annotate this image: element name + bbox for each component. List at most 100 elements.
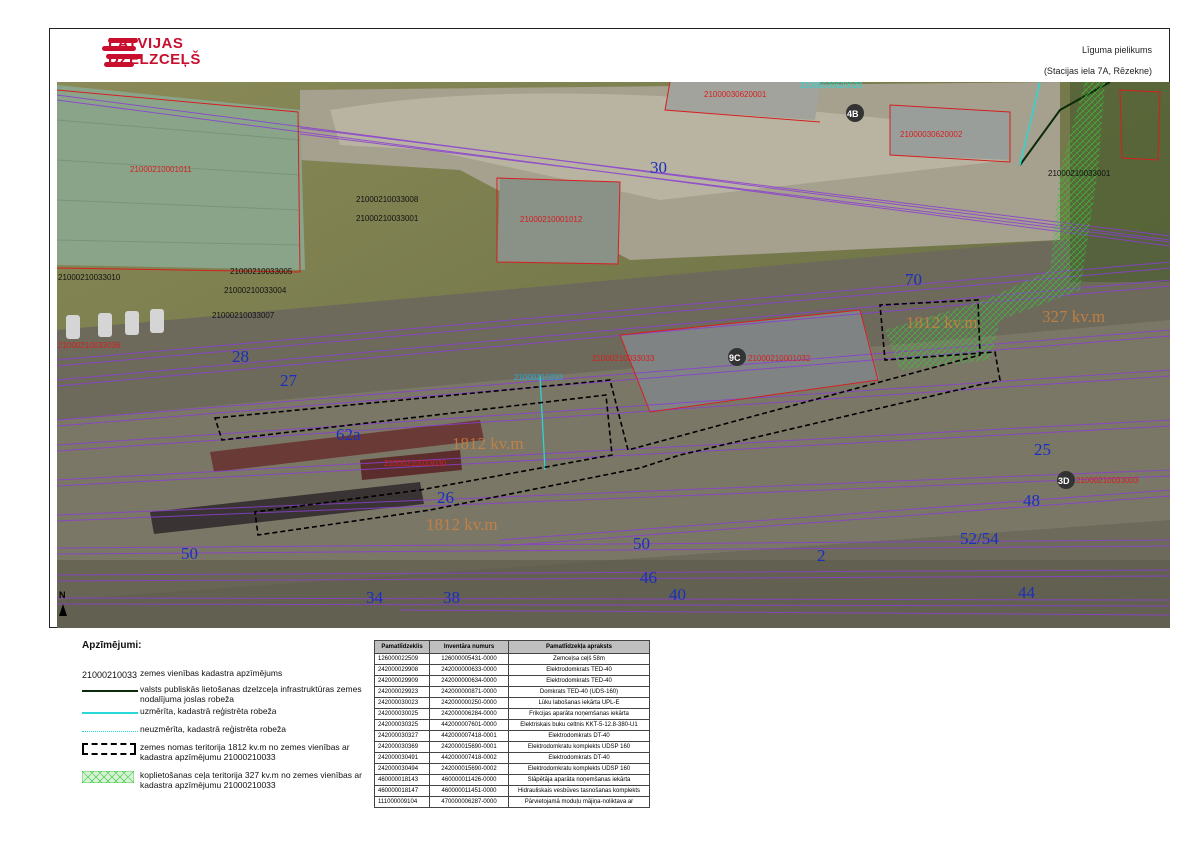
table-row: 460000018147 460000011451-0000 Hidrauliska… — [374, 785, 650, 797]
parcel-label: 21000210033003 — [1076, 476, 1139, 485]
table-cell: 442000007601-0000 — [429, 719, 509, 731]
table-cell: 242000000633-0000 — [429, 664, 509, 676]
parcel-label: 21000030620002 — [900, 130, 963, 139]
north-label: N — [59, 590, 66, 600]
table-cell: 242000030023 — [374, 697, 430, 709]
table-cell: 242000030025 — [374, 708, 430, 720]
document-title: Līguma pielikums — [1081, 45, 1152, 55]
table-cell: Elektrodomkratu komplekts UDSP 160 — [508, 741, 650, 753]
table-row: 242000029908 242000000633-0000 Elektrodomk… — [374, 664, 650, 676]
parcel-label: 21000030620020 — [800, 82, 863, 90]
area-label: 327 kv.m — [1042, 307, 1105, 326]
table-cell: 442000007418-0001 — [429, 730, 509, 742]
area-label: 1812 kv.m — [452, 434, 524, 453]
track-number: 50 — [181, 544, 198, 563]
aerial-map: 21000210001011 21000210001012 2100021003… — [57, 82, 1170, 628]
table-cell: 242000029923 — [374, 686, 430, 698]
building-marker-9c: 9C — [729, 353, 741, 363]
table-cell: 442000007418-0002 — [429, 752, 509, 764]
parcel-label: 21000030620001 — [704, 90, 767, 99]
dotted-line-icon — [82, 724, 140, 738]
table-cell: Elektriskais buku celtnis KKT-5-12.8-380… — [508, 719, 650, 731]
track-number: 27 — [280, 371, 298, 390]
asset-table-body: 126000022509 126000005431-0000 Zemceļsa ce… — [374, 653, 650, 808]
table-cell: 242000030491 — [374, 752, 430, 764]
table-cell: 460000011451-0000 — [429, 785, 509, 797]
track-number: 38 — [443, 588, 460, 607]
parcel-label: 21000210033004 — [224, 286, 287, 295]
parcel-label: 21000210033005 — [230, 267, 293, 276]
track-number: 48 — [1023, 491, 1040, 510]
cyan-line-icon — [82, 706, 140, 720]
legend-item-text: valsts publiskās lietošanas dzelzceļa in… — [140, 684, 362, 704]
building-marker-4b: 4B — [847, 109, 859, 119]
parcel-label: 21000210001032 — [748, 354, 811, 363]
table-cell: 242000015690-0001 — [429, 741, 509, 753]
parcel-label: 21000210033001 — [356, 214, 419, 223]
track-number: 25 — [1034, 440, 1051, 459]
parcel-label: 21000210001012 — [520, 215, 583, 224]
table-row: 242000030325 442000007601-0000 Elektriskai… — [374, 719, 650, 731]
parcel-label: 21000210033008 — [356, 195, 419, 204]
legend-item-surveyed-boundary: uzmērīta, kadastrā reģistrēta robeža — [82, 706, 372, 720]
parcel-label: 21000210033007 — [212, 311, 275, 320]
column-header: Pamatlīdzeklis — [374, 640, 430, 654]
legend-item-lease-area: zemes nomas teritorija 1812 kv.m no zeme… — [82, 742, 372, 762]
table-cell: 242000030494 — [374, 763, 430, 775]
table-cell: 242000030369 — [374, 741, 430, 753]
document-subtitle: (Stacijas iela 7A, Rēzekne) — [1043, 66, 1152, 76]
hatched-box-icon — [82, 770, 140, 784]
table-cell: Zemceļsa ceļš 58m — [508, 653, 650, 665]
column-header: Inventāra numurs — [429, 640, 509, 654]
track-number: 62a — [336, 425, 361, 444]
track-number: 40 — [669, 585, 686, 604]
parcel-label: 21000210033030 — [384, 459, 447, 468]
legend-item-text: neuzmērīta, kadastrā reģistrēta robeža — [140, 724, 286, 734]
table-cell: 242000029909 — [374, 675, 430, 687]
table-cell: 126000022509 — [374, 653, 430, 665]
table-cell: 460000011426-0000 — [429, 774, 509, 786]
dashed-box-icon — [82, 742, 140, 756]
track-number: 50 — [633, 534, 650, 553]
legend-item-text: zemes vienības kadastra apzīmējums — [140, 668, 283, 678]
column-header: Pamatlīdzekļa apraksts — [508, 640, 650, 654]
table-cell: Frikcijas aparāta noņemšanas iekārta — [508, 708, 650, 720]
table-cell: Elektrodomkrats TED-40 — [508, 675, 650, 687]
track-number: 28 — [232, 347, 249, 366]
parcel-label: 21000210033 — [514, 373, 563, 382]
track-number: 26 — [437, 488, 454, 507]
table-row: 242000029909 242000000634-0000 Elektrodomk… — [374, 675, 650, 687]
legend-title: Apzīmējumi: — [82, 640, 142, 651]
table-cell: 460000018147 — [374, 785, 430, 797]
parcel-label: 21000210033036 — [58, 341, 121, 350]
table-cell: Lūku labošanas iekārta UPL-E — [508, 697, 650, 709]
trees-bottom — [57, 560, 1170, 628]
table-cell: 111000009104 — [374, 796, 430, 808]
legend-symbol-text: 21000210033 — [82, 670, 138, 680]
area-label: 1812 kv.m — [906, 313, 978, 332]
brand-line-1: LATVIJAS — [108, 35, 184, 52]
track-number: 34 — [366, 588, 384, 607]
table-row: 242000030494 242000015690-0002 Elektrodomk… — [374, 763, 650, 775]
track-number: 2 — [817, 546, 826, 565]
track-number: 46 — [640, 568, 657, 587]
table-row: 111000009104 470000006287-0000 Pārvietojam… — [374, 796, 650, 808]
brand-name: LATVIJAS DZELZCEĻŠ — [108, 36, 201, 68]
table-cell: 242000015690-0002 — [429, 763, 509, 775]
table-row: 460000018143 460000011426-0000 Slāpētāja a… — [374, 774, 650, 786]
parcel-label: 21000210001011 — [130, 165, 192, 174]
building-marker-3d: 3D — [1058, 476, 1070, 486]
table-cell: Elektrodomkrats DT-40 — [508, 752, 650, 764]
table-cell: Slāpētāja aparāta noņemšanas iekārta — [508, 774, 650, 786]
table-cell: 460000018143 — [374, 774, 430, 786]
legend-item-infrastructure-boundary: valsts publiskās lietošanas dzelzceļa in… — [82, 684, 372, 704]
table-cell: 242000000250-0000 — [429, 697, 509, 709]
table-cell: 470000006287-0000 — [429, 796, 509, 808]
table-cell: Elektrodomkrats TED-40 — [508, 664, 650, 676]
document-header: Līguma pielikums (Stacijas iela 7A, Rēze… — [1044, 40, 1152, 82]
table-row: 242000030327 442000007418-0001 Elektrodomk… — [374, 730, 650, 742]
track-number: 52/54 — [960, 529, 999, 548]
table-row: 242000030369 242000015690-0001 Elektrodomk… — [374, 741, 650, 753]
table-cell: 126000005431-0000 — [429, 653, 509, 665]
area-label: 1812 kv.m — [426, 515, 498, 534]
